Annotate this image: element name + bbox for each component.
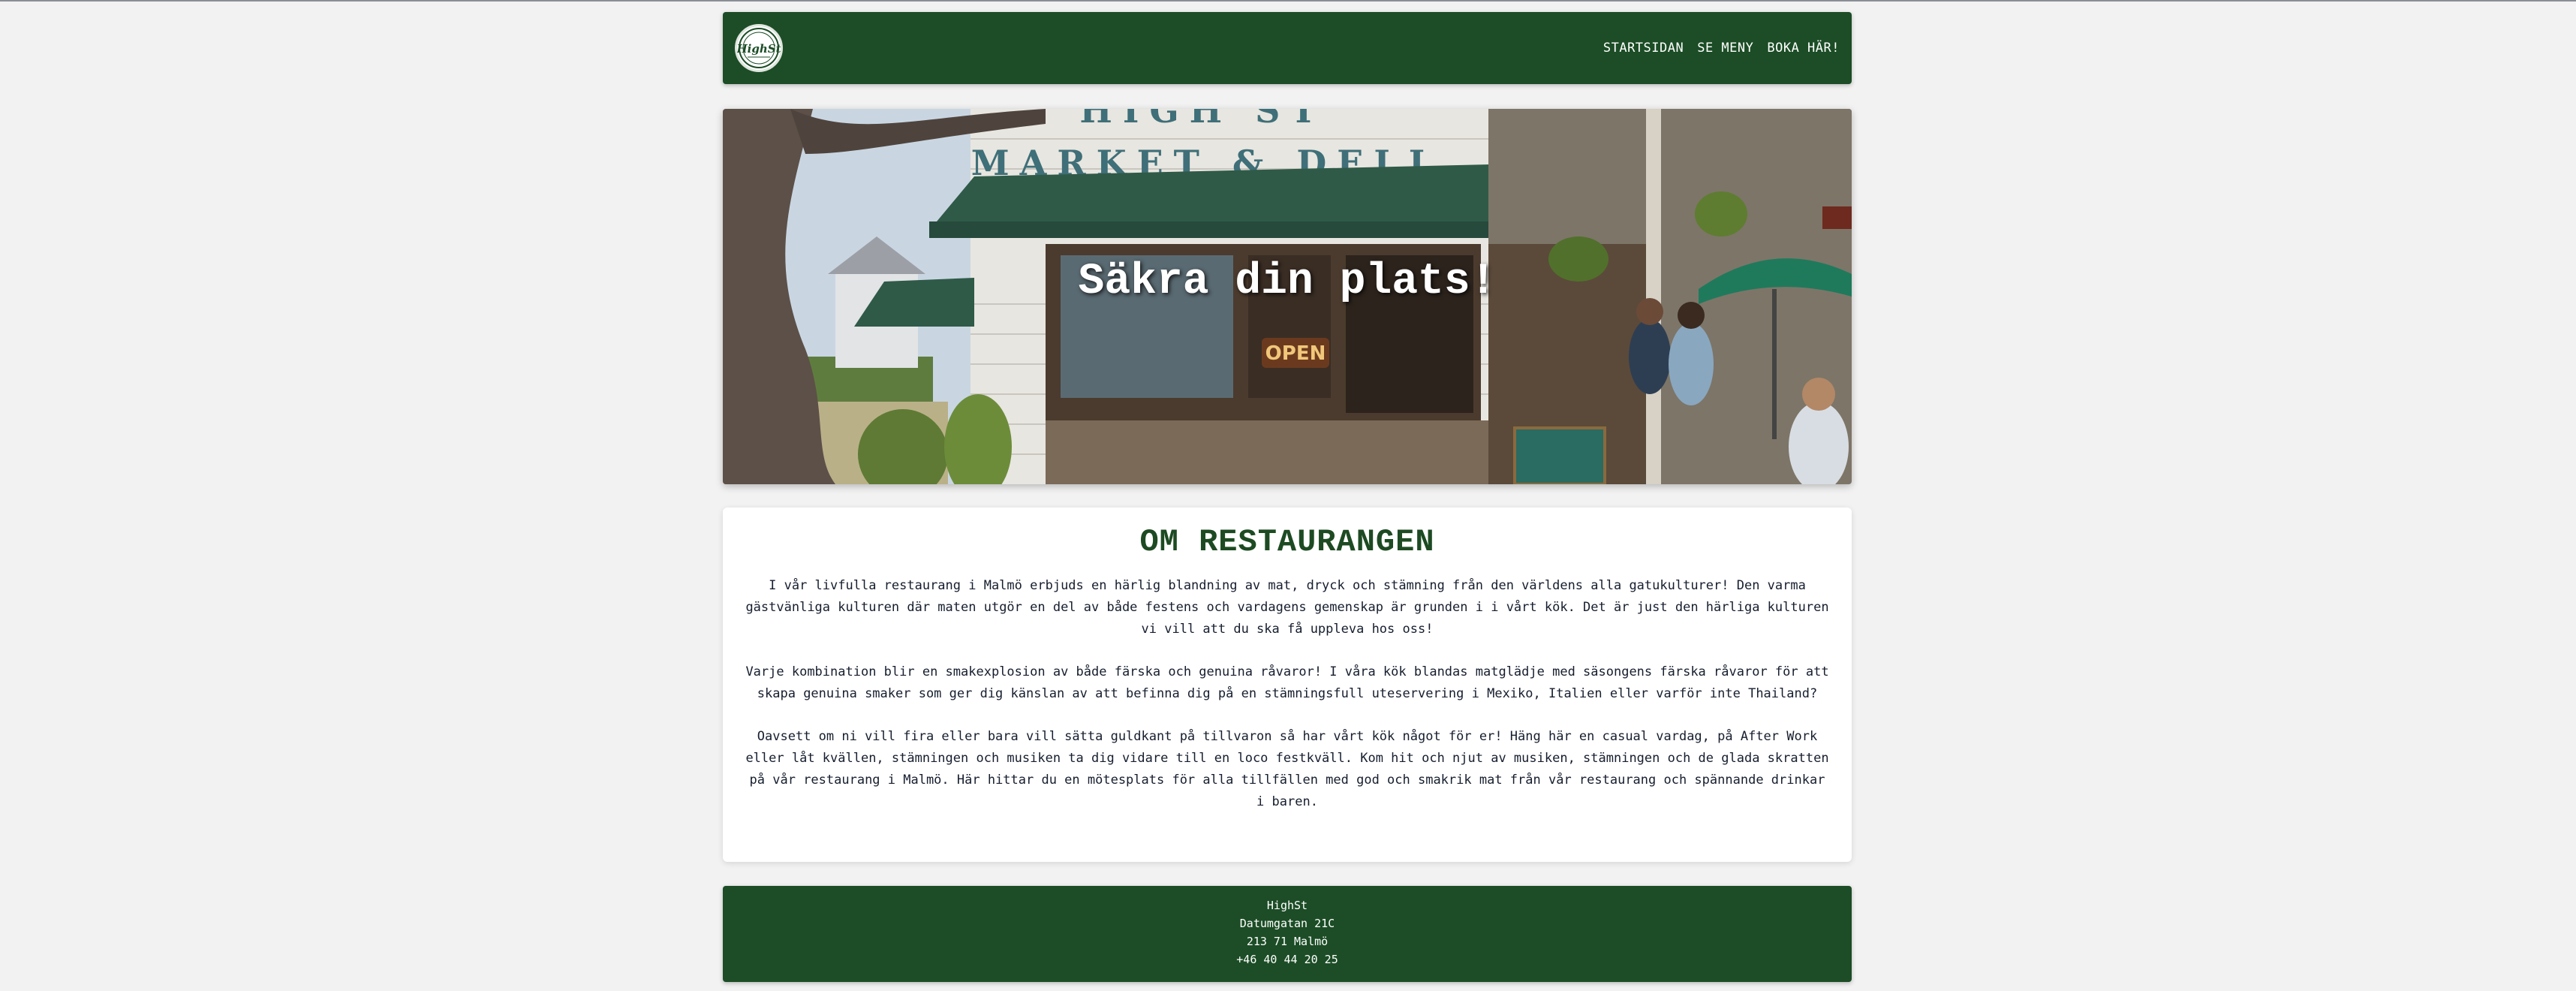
footer-phone: +46 40 44 20 25 bbox=[1236, 953, 1338, 966]
nav-boka-har[interactable]: BOKA HÄR! bbox=[1767, 41, 1840, 56]
footer-street: Datumgatan 21C bbox=[1239, 917, 1335, 930]
hero-banner: MARKET & DELI HIGH ST OPEN Säkra din pla… bbox=[723, 109, 1852, 484]
about-section: OM RESTAURANGEN I vår livfulla restauran… bbox=[723, 508, 1852, 862]
footer-city: 213 71 Malmö bbox=[1246, 935, 1329, 948]
site-header: HighSt STARTSIDAN SE MENY BOKA HÄR! bbox=[723, 12, 1852, 84]
about-paragraph-1: I vår livfulla restaurang i Malmö erbjud… bbox=[745, 578, 1829, 637]
footer-name: HighSt bbox=[1266, 899, 1308, 912]
about-heading: OM RESTAURANGEN bbox=[1139, 524, 1435, 560]
about-paragraph-3: Oavsett om ni vill fira eller bara vill … bbox=[745, 729, 1829, 809]
main-nav: STARTSIDAN SE MENY BOKA HÄR! bbox=[1603, 12, 1840, 84]
nav-se-meny[interactable]: SE MENY bbox=[1697, 41, 1753, 56]
highst-logo-icon[interactable]: HighSt bbox=[735, 24, 783, 72]
nav-startsidan[interactable]: STARTSIDAN bbox=[1603, 41, 1684, 56]
hero-title: Säkra din plats! bbox=[1078, 257, 1497, 306]
about-paragraph-2: Varje kombination blir en smakexplosion … bbox=[745, 664, 1829, 701]
svg-text:HighSt: HighSt bbox=[737, 42, 781, 56]
site-footer: HighSt Datumgatan 21C 213 71 Malmö +46 4… bbox=[723, 886, 1852, 982]
